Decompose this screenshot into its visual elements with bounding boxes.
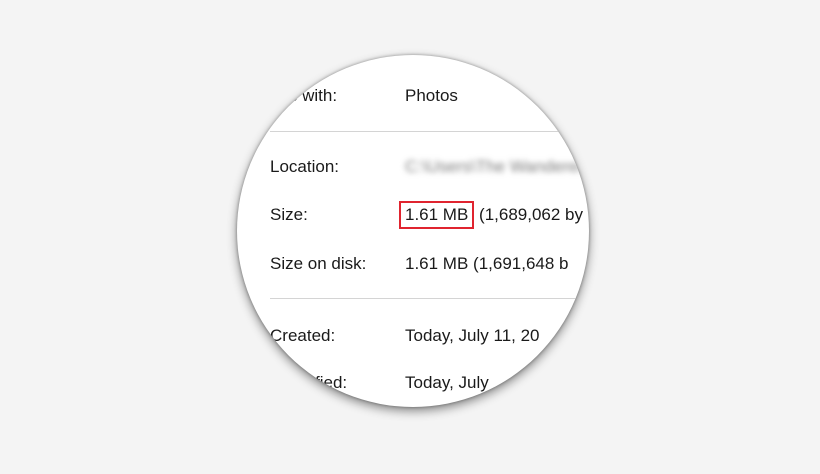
opens-with-label: ens with: (270, 86, 338, 105)
size-bytes: (1,689,062 by (479, 205, 584, 224)
size-on-disk-value: 1.61 MB (1,691,648 b (405, 254, 569, 273)
divider-top (270, 131, 589, 132)
size-value: 1.61 MB (1,689,062 by (399, 201, 584, 229)
divider-middle (270, 298, 589, 299)
created-value: Today, July 11, 20 (405, 326, 540, 345)
created-label: Created: (270, 326, 336, 345)
location-label: Location: (270, 157, 339, 176)
location-value: C:\Users\The Wanderer (405, 157, 584, 176)
modified-label: fied: (315, 373, 348, 392)
magnifier-lens: ens with: Photos Location: C:\Users\The … (237, 55, 589, 407)
modified-value: Today, July (405, 373, 489, 392)
file-properties-panel: ens with: Photos Location: C:\Users\The … (237, 55, 589, 407)
size-label: Size: (270, 205, 308, 224)
opens-with-value: Photos (405, 86, 458, 105)
size-on-disk-label: Size on disk: (270, 254, 367, 273)
size-highlight-box: 1.61 MB (399, 201, 475, 229)
